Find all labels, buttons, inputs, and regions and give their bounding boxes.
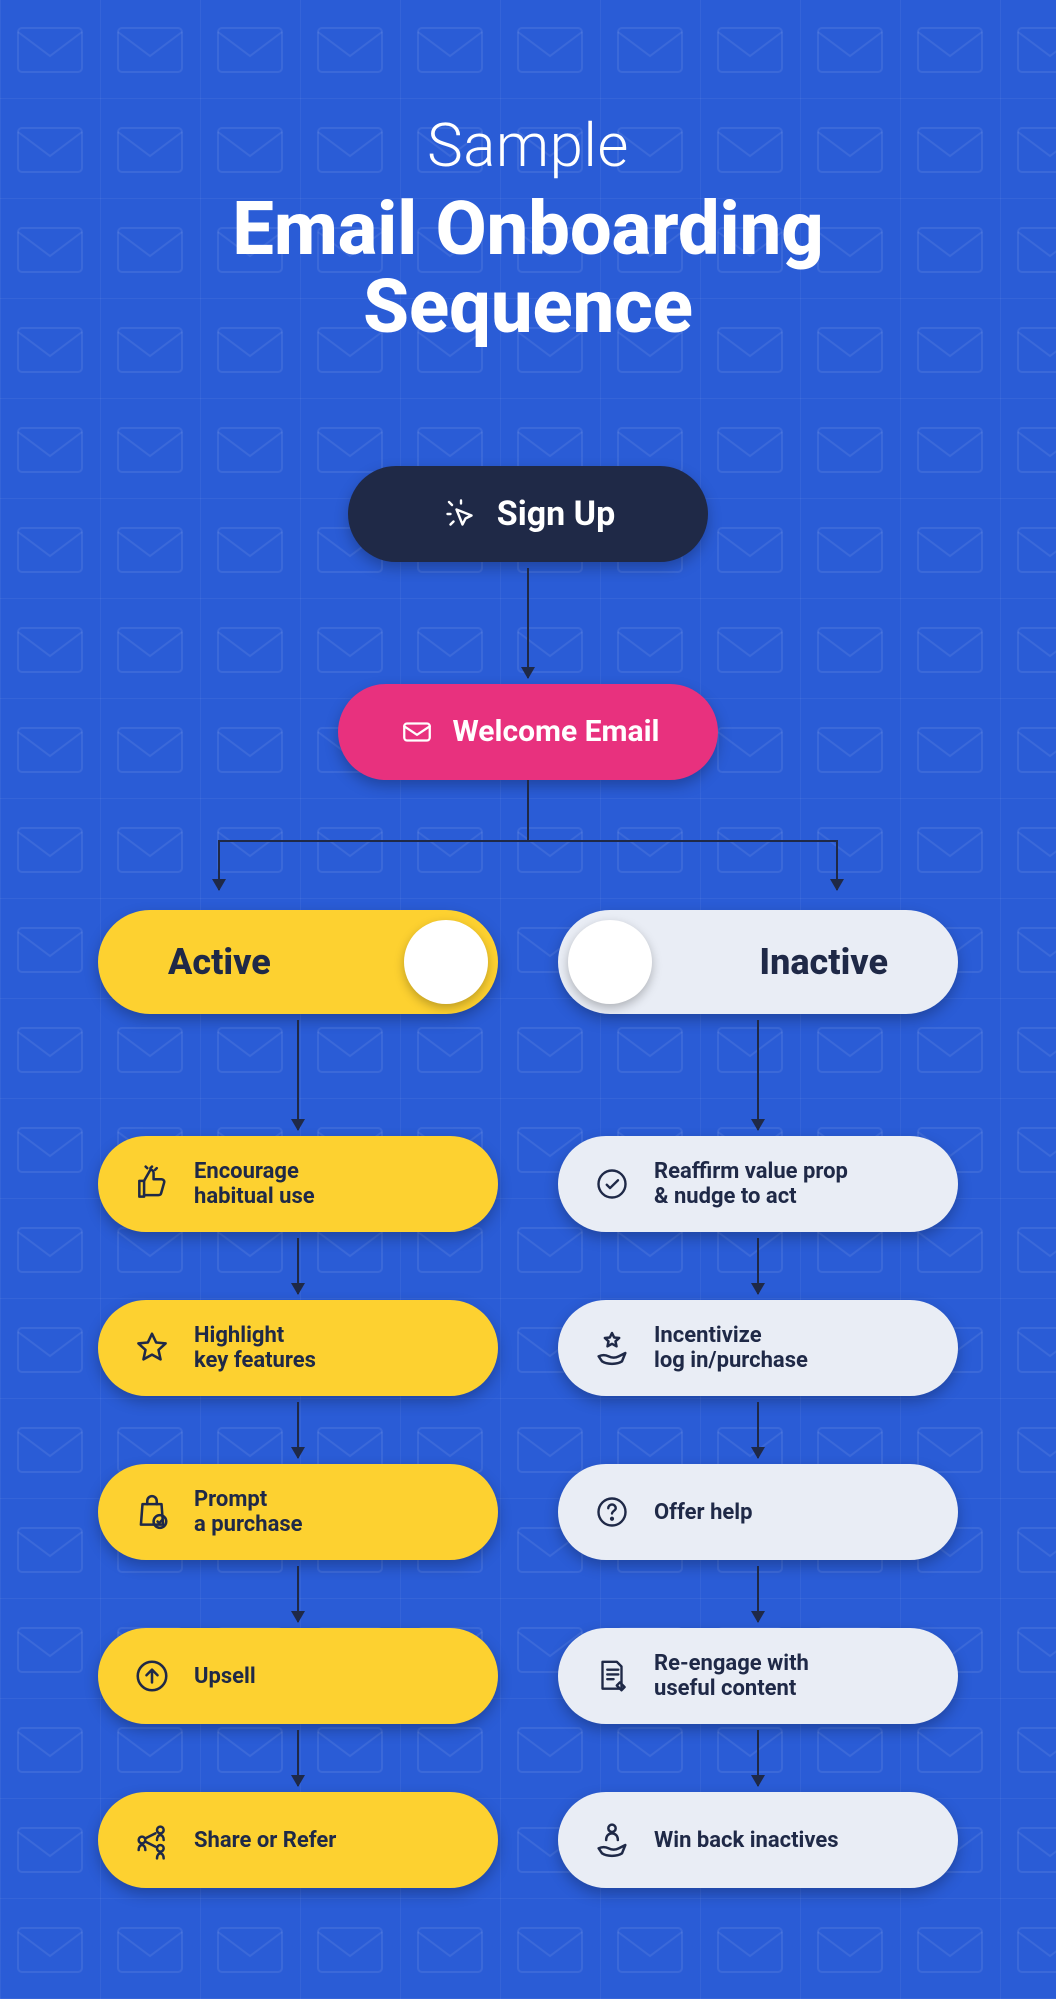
active-header-label: Active <box>168 941 271 983</box>
active-step-upsell: Upsell <box>98 1628 498 1724</box>
document-edit-icon <box>592 1656 632 1696</box>
cursor-click-icon <box>441 494 481 534</box>
step-label: Prompt a purchase <box>194 1487 303 1538</box>
shopping-bag-check-icon <box>132 1492 172 1532</box>
title-line-2: Sequence <box>363 264 693 351</box>
signup-label: Sign Up <box>497 495 615 534</box>
inactive-branch: Inactive Reaffirm value prop & nudge to … <box>558 910 958 1888</box>
people-share-icon <box>132 1820 172 1860</box>
arrow-down-icon <box>757 1238 759 1294</box>
branch-connector <box>98 780 958 900</box>
inactive-step-reaffirm: Reaffirm value prop & nudge to act <box>558 1136 958 1232</box>
inactive-header-label: Inactive <box>759 941 888 983</box>
arrow-down-icon <box>297 1238 299 1294</box>
envelope-icon <box>397 712 437 752</box>
active-step-encourage: Encourage habitual use <box>98 1136 498 1232</box>
arrow-down-icon <box>757 1402 759 1458</box>
toggle-knob <box>568 920 652 1004</box>
thumbs-up-icon <box>132 1164 172 1204</box>
active-branch: Active Encourage habitual use <box>98 910 498 1888</box>
arrow-down-icon <box>527 568 529 678</box>
inactive-step-incentivize: Incentivize log in/purchase <box>558 1300 958 1396</box>
step-label: Upsell <box>194 1664 256 1689</box>
active-step-prompt-purchase: Prompt a purchase <box>98 1464 498 1560</box>
header: Sample Email Onboarding Sequence <box>232 110 823 346</box>
signup-node: Sign Up <box>348 466 708 562</box>
arrow-down-icon <box>297 1402 299 1458</box>
hand-star-icon <box>592 1328 632 1368</box>
active-step-share-refer: Share or Refer <box>98 1792 498 1888</box>
help-circle-icon <box>592 1492 632 1532</box>
inactive-step-winback: Win back inactives <box>558 1792 958 1888</box>
overline: Sample <box>232 110 823 181</box>
step-label: Encourage habitual use <box>194 1159 315 1210</box>
step-label: Incentivize log in/purchase <box>654 1323 808 1374</box>
inactive-step-offer-help: Offer help <box>558 1464 958 1560</box>
main-title: Email Onboarding Sequence <box>232 191 823 346</box>
welcome-email-node: Welcome Email <box>338 684 718 780</box>
step-label: Win back inactives <box>654 1828 839 1853</box>
active-toggle: Active <box>98 910 498 1014</box>
step-label: Share or Refer <box>194 1828 336 1853</box>
diagram-root: Sample Email Onboarding Sequence Sign Up… <box>0 0 1056 1968</box>
star-icon <box>132 1328 172 1368</box>
step-label: Reaffirm value prop & nudge to act <box>654 1159 848 1210</box>
arrow-down-icon <box>297 1730 299 1786</box>
branches: Active Encourage habitual use <box>98 910 958 1888</box>
inactive-toggle: Inactive <box>558 910 958 1014</box>
arrow-up-circle-icon <box>132 1656 172 1696</box>
active-step-highlight: Highlight key features <box>98 1300 498 1396</box>
step-label: Highlight key features <box>194 1323 316 1374</box>
step-label: Re-engage with useful content <box>654 1651 809 1702</box>
check-circle-icon <box>592 1164 632 1204</box>
toggle-knob <box>404 920 488 1004</box>
welcome-label: Welcome Email <box>453 715 660 750</box>
title-line-1: Email Onboarding <box>232 186 823 273</box>
arrow-down-icon <box>757 1566 759 1622</box>
arrow-down-icon <box>757 1020 759 1130</box>
step-label: Offer help <box>654 1500 752 1525</box>
arrow-down-icon <box>757 1730 759 1786</box>
arrow-down-icon <box>297 1566 299 1622</box>
inactive-step-reengage: Re-engage with useful content <box>558 1628 958 1724</box>
arrow-down-icon <box>297 1020 299 1130</box>
hand-person-icon <box>592 1820 632 1860</box>
